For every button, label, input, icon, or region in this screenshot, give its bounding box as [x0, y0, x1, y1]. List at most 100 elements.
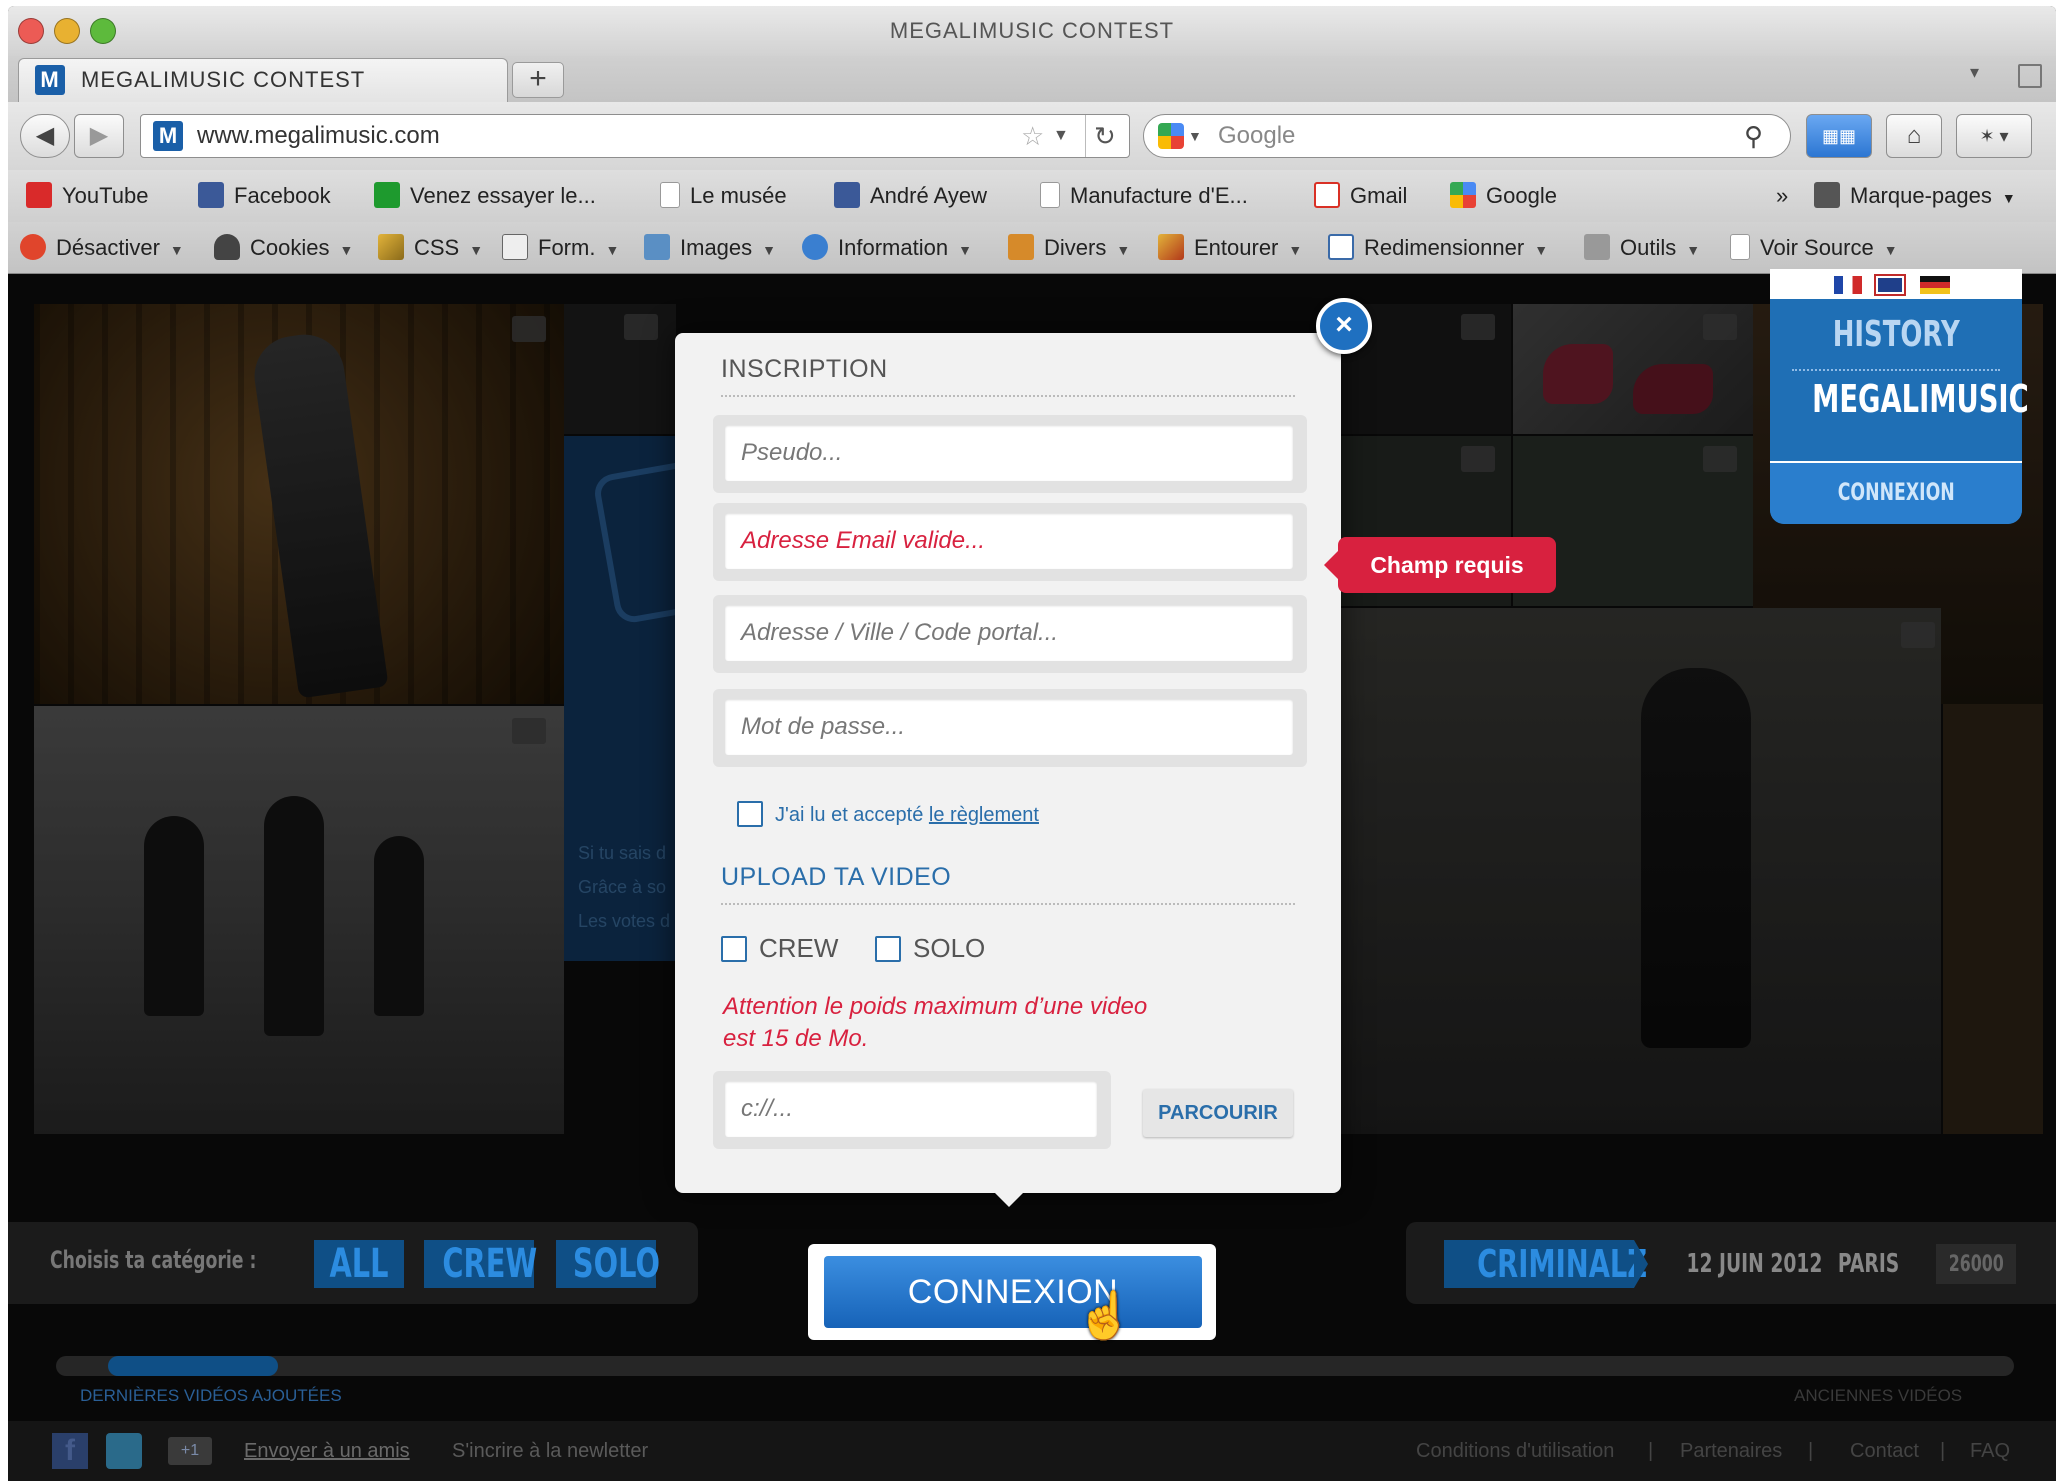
timeline-left-label: DERNIÈRES VIDÉOS AJOUTÉES [80, 1386, 342, 1405]
pseudo-field[interactable]: Pseudo... [713, 415, 1307, 493]
dev-menu-css[interactable]: CSS ▼ [378, 222, 483, 274]
terms-checkbox[interactable] [737, 801, 763, 827]
bookmark-youtube[interactable]: YouTube [26, 170, 148, 222]
address-field[interactable]: Adresse / Ville / Code portal... [713, 595, 1307, 673]
dev-menu-outils[interactable]: Outils ▼ [1584, 222, 1700, 274]
google-icon [1158, 123, 1184, 149]
new-tab-button[interactable]: + [512, 62, 564, 98]
bookmark-facebook[interactable]: Facebook [198, 170, 331, 222]
dev-menu-information[interactable]: Information ▼ [802, 222, 972, 274]
reload-icon[interactable]: ↻ [1085, 115, 1116, 157]
footer-separator: | [1648, 1440, 1654, 1462]
dev-menu-redimensionner[interactable]: Redimensionner ▼ [1328, 222, 1548, 274]
star-bookmark-icon[interactable]: ☆ [1021, 115, 1044, 157]
category-solo-button[interactable]: SOLO [556, 1240, 660, 1288]
send-friend-link[interactable]: Envoyer à un amis [244, 1421, 410, 1481]
url-dropdown-icon[interactable]: ▼ [1053, 115, 1069, 157]
image-icon [644, 234, 670, 261]
crew-checkbox[interactable] [721, 936, 747, 962]
newsletter-link[interactable]: S'incrire à la newletter [452, 1421, 648, 1481]
facebook-icon [198, 182, 224, 209]
terms-link[interactable]: le règlement [929, 804, 1039, 826]
pseudo-input[interactable]: Pseudo... [725, 425, 1293, 481]
footer-separator: | [1940, 1440, 1946, 1462]
tab-list-icon[interactable]: ▾ [1970, 62, 1979, 83]
footer-link-partners[interactable]: Partenaires [1680, 1421, 1782, 1481]
footer-separator: | [1808, 1440, 1814, 1462]
site-favicon-icon: M [35, 65, 65, 95]
connexion-button[interactable]: CONNEXION [824, 1256, 1202, 1328]
solo-checkbox[interactable] [875, 936, 901, 962]
search-field[interactable]: ▼ Google ⚲ [1143, 114, 1791, 158]
flag-uk-icon[interactable] [1874, 274, 1906, 296]
bookmarks-menu[interactable]: Marque-pages ▼ [1814, 170, 2016, 222]
dev-menu-cookies[interactable]: Cookies ▼ [214, 222, 353, 274]
page-icon [660, 182, 680, 209]
engine-dropdown-icon[interactable]: ▼ [1188, 115, 1202, 157]
zoom-window-icon[interactable] [90, 18, 116, 44]
password-input[interactable]: Mot de passe... [725, 699, 1293, 755]
forward-button[interactable]: ▶ [74, 114, 124, 158]
timeline-handle[interactable] [108, 1356, 278, 1376]
dev-menu-voir-source[interactable]: Voir Source ▼ [1730, 222, 1898, 274]
home-icon[interactable]: ⌂ [1886, 114, 1942, 158]
footer-link-faq[interactable]: FAQ [1970, 1421, 2010, 1481]
flag-fr-icon[interactable] [1834, 276, 1862, 294]
bookmark-google[interactable]: Google [1450, 170, 1557, 222]
bookmarks-overflow-button[interactable]: » [1776, 170, 1788, 222]
category-crew-button[interactable]: CREW [424, 1240, 537, 1288]
footer-link-contact[interactable]: Contact [1850, 1421, 1919, 1481]
footer-link-conditions[interactable]: Conditions d'utilisation [1416, 1421, 1614, 1481]
tab-grid-icon[interactable] [2018, 64, 2042, 88]
category-bar: Choisis ta catégorie : ALL CREW SOLO [8, 1222, 698, 1304]
category-all-button[interactable]: ALL [314, 1240, 404, 1288]
close-modal-button[interactable]: × [1316, 298, 1372, 354]
back-button[interactable]: ◀ [20, 114, 70, 158]
dev-menu-desactiver[interactable]: Désactiver ▼ [20, 222, 184, 274]
dev-menu-images[interactable]: Images ▼ [644, 222, 776, 274]
form-icon [502, 234, 528, 261]
bookmark-andre-ayew[interactable]: André Ayew [834, 170, 987, 222]
tools-icon [1584, 234, 1610, 261]
facebook-icon[interactable]: f [52, 1433, 88, 1469]
bookmark-venez[interactable]: Venez essayer le... [374, 170, 596, 222]
file-field[interactable]: c://... [713, 1071, 1111, 1149]
solo-label: SOLO [913, 933, 986, 963]
browse-button[interactable]: PARCOURIR [1143, 1089, 1293, 1137]
password-field[interactable]: Mot de passe... [713, 689, 1307, 767]
chevron-down-icon: ▼ [1686, 242, 1701, 258]
video-timeline[interactable] [56, 1356, 2014, 1376]
disable-icon [20, 234, 46, 261]
site-favicon-icon: M [153, 121, 183, 151]
event-bar: CRIMINALZ 12 JUIN 2012 PARIS 26000 [1406, 1222, 2056, 1304]
bookmark-manufacture[interactable]: Manufacture d'E... [1040, 170, 1248, 222]
search-icon[interactable]: ⚲ [1744, 115, 1763, 157]
bookmark-star-icon [1814, 182, 1840, 209]
file-path-input[interactable]: c://... [725, 1081, 1097, 1137]
tab-active[interactable]: M MEGALIMUSIC CONTEST [18, 58, 508, 102]
close-window-icon[interactable] [18, 18, 44, 44]
dev-menu-divers[interactable]: Divers ▼ [1008, 222, 1130, 274]
flag-de-icon[interactable] [1920, 276, 1950, 294]
dev-menu-form[interactable]: Form. ▼ [502, 222, 619, 274]
youtube-icon [26, 182, 52, 209]
email-input[interactable]: Adresse Email valide... [725, 513, 1293, 569]
divider [1792, 369, 2000, 371]
event-name[interactable]: CRIMINALZ [1444, 1240, 1647, 1288]
window-title: MEGALIMUSIC CONTEST [889, 18, 1175, 43]
bookmark-musee[interactable]: Le musée [660, 170, 787, 222]
dev-menu-entourer[interactable]: Entourer ▼ [1158, 222, 1302, 274]
addon-menu-icon[interactable]: ✶ ▾ [1956, 114, 2032, 158]
browser-window: MEGALIMUSIC CONTEST M MEGALIMUSIC CONTES… [8, 6, 2056, 1481]
twitter-icon[interactable] [106, 1433, 142, 1469]
email-field[interactable]: Adresse Email valide... [713, 503, 1307, 581]
minimize-window-icon[interactable] [54, 18, 80, 44]
bookmark-gmail[interactable]: Gmail [1314, 170, 1407, 222]
apps-icon[interactable]: ▦▦ [1806, 114, 1872, 158]
address-input[interactable]: Adresse / Ville / Code portal... [725, 605, 1293, 661]
category-label: Choisis ta catégorie : [50, 1246, 257, 1274]
search-placeholder: Google [1218, 122, 1296, 149]
badge-login-button[interactable]: CONNEXION [1770, 461, 2022, 524]
google-plus-button[interactable]: +1 [168, 1437, 212, 1465]
url-field[interactable]: M www.megalimusic.com ☆ ▼ ↻ [140, 114, 1130, 158]
